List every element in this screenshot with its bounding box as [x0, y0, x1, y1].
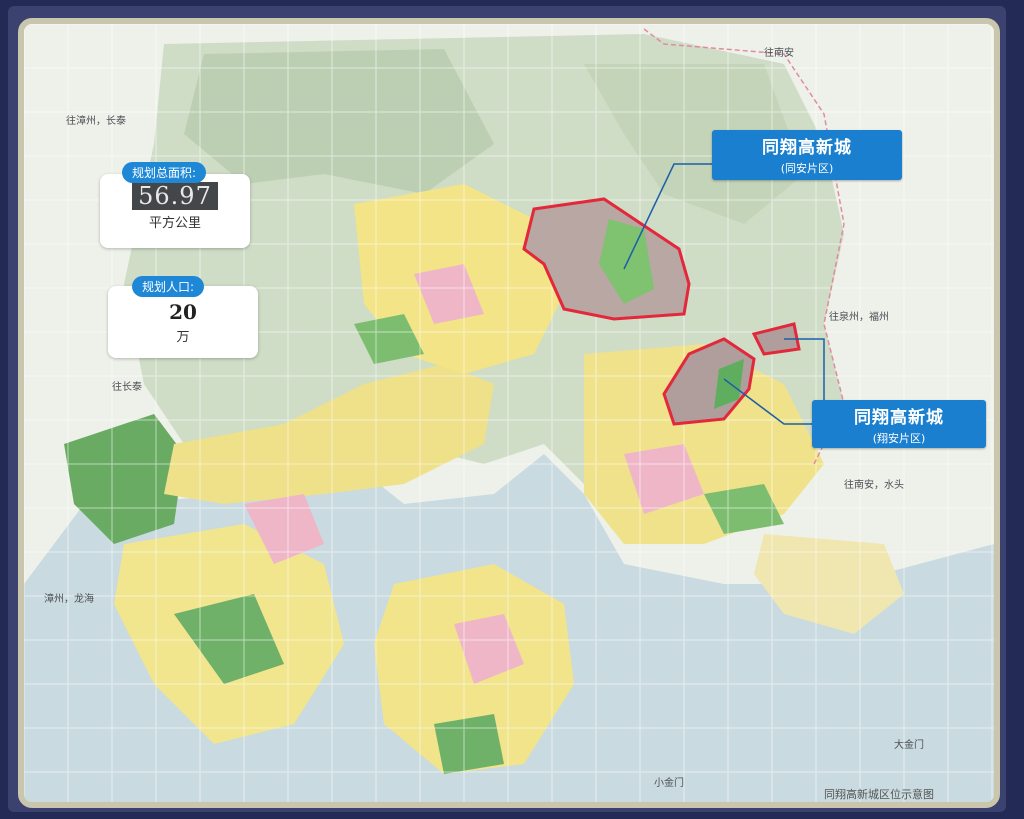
tongan-callout: 同翔高新城 (同安片区): [712, 130, 902, 180]
area-value: 56.97: [132, 182, 218, 210]
population-value: 20: [169, 300, 197, 324]
area-stat-card: 56.97 平方公里: [100, 174, 250, 248]
place-label-dajinmen: 大金门: [894, 740, 924, 751]
xiangan-callout-subtitle: (翔安片区): [872, 432, 926, 445]
mountain-shade: [184, 49, 494, 194]
place-label-changtai: 往长泰: [112, 382, 142, 393]
map-caption: 同翔高新城区位示意图: [824, 788, 934, 801]
place-label-nanan-shuitou: 往南安，水头: [844, 480, 904, 491]
tongan-callout-title: 同翔高新城: [762, 138, 852, 158]
xiangan-callout: 同翔高新城 (翔安片区): [812, 400, 986, 448]
area-unit: 平方公里: [148, 216, 201, 231]
tongan-callout-subtitle: (同安片区): [780, 162, 834, 175]
place-label-xiaojinmen: 小金门: [654, 778, 684, 789]
area-label: 规划总面积:: [122, 162, 207, 183]
place-label-quanzhou-fuzhou: 往泉州，福州: [829, 312, 889, 323]
population-unit: 万: [176, 330, 190, 345]
xiangan-callout-title: 同翔高新城: [854, 408, 944, 428]
map-board: 往南安 往漳州，长泰 往泉州，福州 往长泰 往南安，水头 漳州，龙海 大金门 小…: [18, 18, 1000, 808]
green-patch-2: [434, 714, 504, 774]
place-label-zhangzhou-changtai: 往漳州，长泰: [66, 116, 126, 127]
place-label-zhangzhou-longhai: 漳州，龙海: [44, 594, 94, 605]
population-label: 规划人口:: [132, 276, 205, 297]
place-label-nanan: 往南安: [764, 48, 794, 59]
